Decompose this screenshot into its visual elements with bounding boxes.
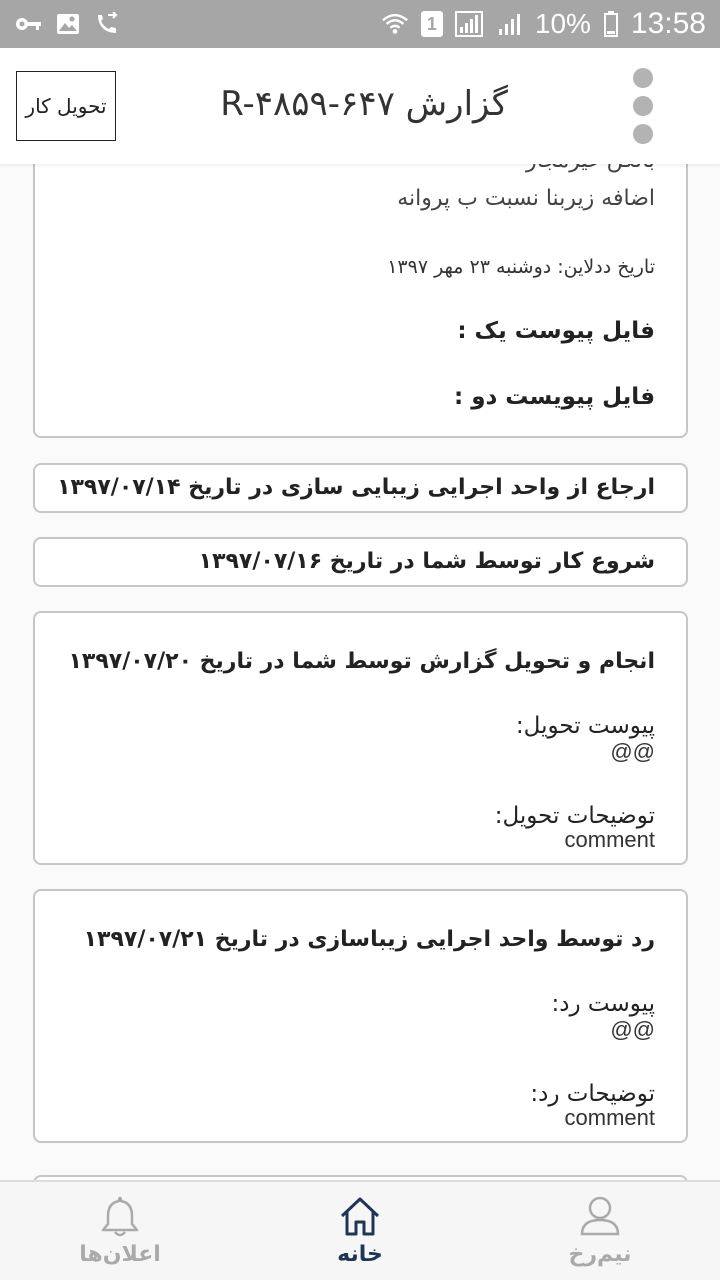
wifi-icon: [381, 12, 409, 36]
start-card: شروع کار توسط شما در تاریخ ۱۳۹۷/۰۷/۱۶: [33, 537, 688, 587]
delivery-notes-value: comment: [564, 827, 655, 852]
bell-icon: [101, 1196, 139, 1237]
start-text: شروع کار توسط شما در تاریخ ۱۳۹۷/۰۷/۱۶: [198, 549, 655, 574]
overflow-menu-icon[interactable]: [630, 68, 656, 144]
report-timeline[interactable]: بالکن غیرمجاز اضافه زیربنا نسبت ب پروانه…: [0, 164, 720, 1180]
delivery-attachment-value[interactable]: @@: [610, 739, 655, 765]
attachment-one-label[interactable]: فایل پیوست یک :: [457, 318, 655, 344]
rejection-notes-value: comment: [564, 1105, 655, 1130]
signal-icon: [454, 11, 483, 37]
nav-profile[interactable]: نیم‌رخ: [520, 1194, 680, 1274]
rejection-attachment-value[interactable]: @@: [610, 1017, 655, 1043]
delivery-notes-label: توضیحات تحویل:: [494, 803, 655, 829]
call-forward-icon: [94, 12, 122, 36]
nav-profile-label: نیم‌رخ: [568, 1242, 632, 1267]
report-details-card: بالکن غیرمجاز اضافه زیربنا نسبت ب پروانه…: [33, 164, 688, 438]
attachment-two-label[interactable]: فایل پیویست دو :: [454, 384, 655, 410]
delivery-title: انجام و تحویل گزارش توسط شما در تاریخ ۱۳…: [68, 649, 656, 674]
deliver-work-button[interactable]: تحویل کار: [16, 71, 116, 141]
battery-icon: [603, 11, 619, 37]
referral-card: ارجاع از واحد اجرایی زیبایی سازی در تاری…: [33, 463, 688, 513]
rejection-card: رد توسط واحد اجرایی زیباسازی در تاریخ ۱۳…: [33, 889, 688, 1143]
delivery-attachment-label: پیوست تحویل:: [515, 713, 655, 739]
rejection-attachment-label: پیوست رد:: [551, 991, 656, 1017]
rejection-notes-label: توضیحات رد:: [530, 1081, 655, 1107]
delivery-card: انجام و تحویل گزارش توسط شما در تاریخ ۱۳…: [33, 611, 688, 865]
signal-bars-icon: [495, 12, 523, 36]
home-icon: [340, 1197, 380, 1236]
nav-notifications-label: اعلان‌ها: [79, 1242, 161, 1267]
sim-badge: 1: [420, 11, 443, 37]
status-right-icons: 1 10% 13:58: [381, 7, 706, 41]
battery-percent: 10%: [534, 8, 591, 39]
app-bar: گزارش R-۴۸۵۹-۶۴۷ تحویل کار: [0, 48, 720, 164]
status-bar: 1 10% 13:58: [0, 0, 720, 48]
clock: 13:58: [630, 7, 706, 40]
referral-text: ارجاع از واحد اجرایی زیبایی سازی در تاری…: [57, 475, 655, 500]
nav-home-label: خانه: [337, 1242, 383, 1267]
image-icon: [54, 12, 82, 36]
bottom-navigation: نیم‌رخ خانه اعلان‌ها: [0, 1180, 720, 1280]
nav-home[interactable]: خانه: [280, 1194, 440, 1274]
status-left-icons: [14, 12, 122, 36]
violation-description: اضافه زیربنا نسبت ب پروانه: [397, 186, 655, 211]
deadline-date: تاریخ ددلاین: دوشنبه ۲۳ مهر ۱۳۹۷: [387, 256, 655, 278]
key-icon: [14, 12, 42, 36]
rejection-title: رد توسط واحد اجرایی زیباسازی در تاریخ ۱۳…: [83, 927, 655, 952]
page-title: گزارش R-۴۸۵۹-۶۴۷: [220, 84, 508, 124]
nav-notifications[interactable]: اعلان‌ها: [40, 1194, 200, 1274]
profile-icon: [580, 1196, 620, 1236]
violation-type: بالکن غیرمجاز: [526, 164, 655, 173]
